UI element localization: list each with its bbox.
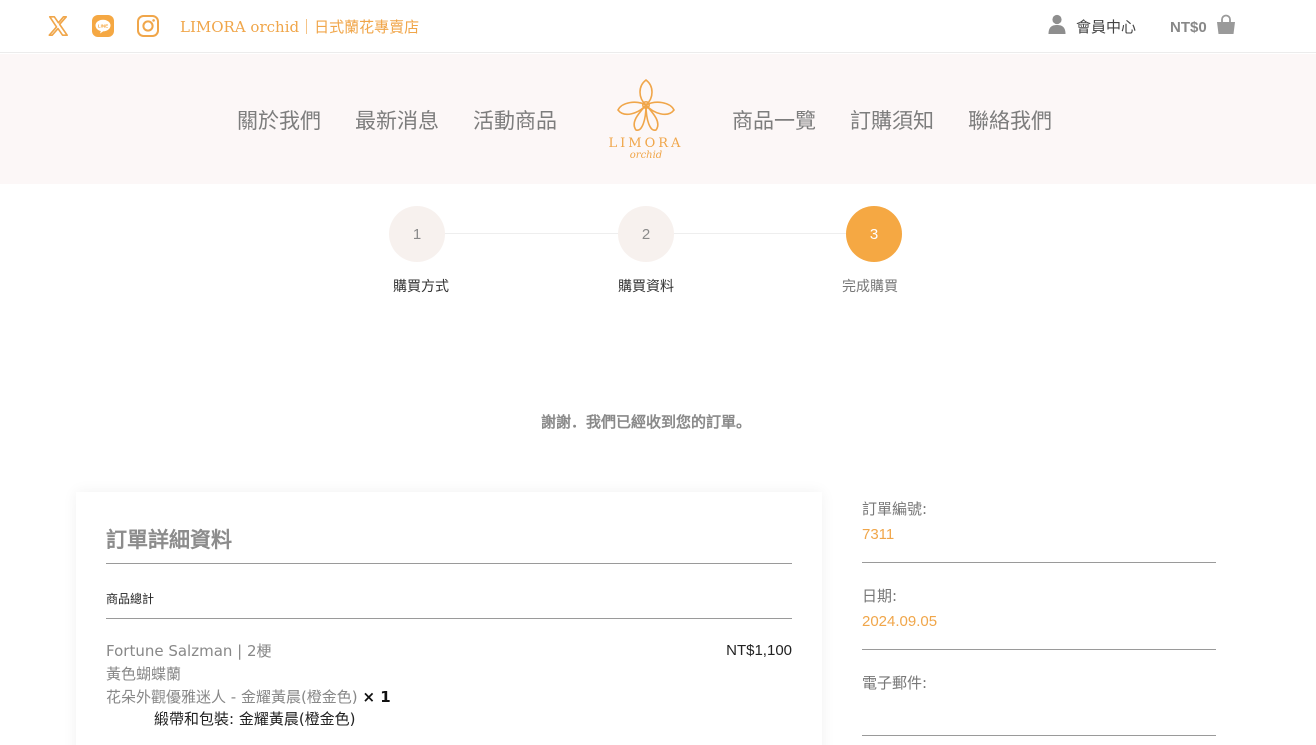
- step-1-circle: 1: [389, 206, 445, 262]
- main-nav: 關於我們 最新消息 活動商品 LIMORA orchid 商品一覽 訂購須知 聯…: [0, 54, 1316, 184]
- step-connector: [444, 233, 618, 234]
- email-label: 電子郵件:: [862, 674, 928, 692]
- shopping-bag-icon: [1215, 14, 1237, 40]
- step-2-label: 購買資料: [618, 279, 674, 295]
- instagram-icon[interactable]: [136, 14, 160, 38]
- product-variant-row: 花朵外觀優雅迷人 - 金耀黃晨(橙金色) × 1: [106, 686, 391, 707]
- step-3-circle: 3: [846, 206, 902, 262]
- order-date-label: 日期:: [862, 587, 898, 605]
- order-number-value: 7311: [862, 526, 895, 543]
- product-variant: 花朵外觀優雅迷人 - 金耀黃晨(橙金色): [106, 688, 358, 706]
- nav-promotions[interactable]: 活動商品: [473, 105, 557, 135]
- svg-text:LINE: LINE: [98, 23, 108, 28]
- limora-logo[interactable]: LIMORA orchid: [600, 78, 692, 164]
- divider: [106, 563, 792, 564]
- step-2-circle: 2: [618, 206, 674, 262]
- step-3-label: 完成購買: [842, 279, 898, 295]
- x-icon[interactable]: [46, 14, 70, 38]
- member-center-label: 會員中心: [1076, 17, 1137, 36]
- divider: [862, 735, 1216, 736]
- order-date-value: 2024.09.05: [862, 613, 938, 630]
- product-price: NT$1,100: [726, 642, 792, 659]
- divider: [862, 649, 1216, 650]
- cart-total: NT$0: [1170, 18, 1207, 36]
- subtotal-label: 商品總計: [106, 592, 155, 606]
- nav-order-guide[interactable]: 訂購須知: [850, 105, 934, 135]
- product-quantity: × 1: [362, 688, 391, 706]
- product-type: 黃色蝴蝶蘭: [106, 665, 182, 683]
- user-icon: [1048, 14, 1066, 38]
- thank-you-message: 謝謝．我們已經收到您的訂單。: [540, 413, 751, 431]
- product-option: 緞帶和包裝: 金耀黃晨(橙金色): [154, 710, 356, 728]
- brand-tagline[interactable]: LIMORA orchid｜日式蘭花專賣店: [180, 16, 419, 37]
- product-name[interactable]: Fortune Salzman | 2梗: [106, 640, 272, 661]
- cart-button[interactable]: NT$0: [1170, 14, 1237, 40]
- nav-latest-news[interactable]: 最新消息: [355, 105, 439, 135]
- line-icon[interactable]: LINE: [91, 14, 115, 38]
- nav-product-list[interactable]: 商品一覽: [732, 105, 816, 135]
- logo-wordmark: LIMORA: [608, 136, 684, 151]
- step-1-label: 購買方式: [393, 279, 449, 295]
- order-details-title: 訂單詳細資料: [106, 528, 232, 552]
- divider: [106, 618, 792, 619]
- member-center-link[interactable]: 會員中心: [1048, 14, 1136, 38]
- order-details-card: 訂單詳細資料 商品總計 Fortune Salzman | 2梗 NT$1,10…: [76, 492, 822, 745]
- top-bar: LINE LIMORA orchid｜日式蘭花專賣店 會員中心 NT$0: [0, 0, 1316, 53]
- order-number-label: 訂單編號:: [862, 500, 928, 518]
- step-connector: [674, 233, 846, 234]
- logo-subtitle: orchid: [629, 150, 663, 161]
- nav-about-us[interactable]: 關於我們: [237, 105, 321, 135]
- orchid-logo-icon: [617, 78, 675, 131]
- nav-contact-us[interactable]: 聯絡我們: [968, 105, 1052, 135]
- divider: [862, 562, 1216, 563]
